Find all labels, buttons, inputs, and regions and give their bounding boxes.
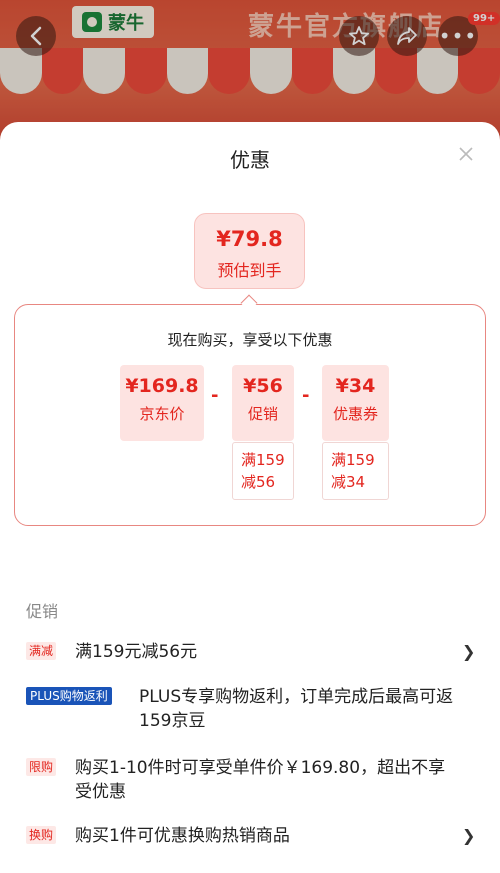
promotion-value: ¥56 xyxy=(243,375,283,397)
close-button[interactable] xyxy=(456,144,476,164)
promotion-tag: 限购 xyxy=(26,758,57,776)
coupon-condition: 满159 减34 xyxy=(322,442,389,500)
promotion-condition: 满159 减56 xyxy=(232,442,294,500)
jd-price-label: 京东价 xyxy=(139,405,185,423)
promotion-text-line2: 受优惠 xyxy=(75,782,126,802)
discount-sheet: 优惠 ¥79.8 预估到手 现在购买，享受以下优惠 ¥169.8 京东价 - ¥… xyxy=(0,122,500,873)
promotion-row-full-reduction[interactable]: 满减 满159元减56元 ❯ xyxy=(26,640,476,670)
promotion-row-plus-rebate: PLUS购物返利 PLUS专享购物返利，订单完成后最高可返 159京豆 xyxy=(26,685,474,737)
promotion-tag: 满减 xyxy=(26,642,57,660)
promotion-chip: ¥56 促销 xyxy=(232,365,294,441)
promotion-condition-line1: 满159 xyxy=(241,451,285,469)
coupon-label: 优惠券 xyxy=(332,405,378,423)
coupon-condition-line1: 满159 xyxy=(331,451,375,469)
promotion-text-line2: 159京豆 xyxy=(139,711,206,731)
jd-price-chip: ¥169.8 京东价 xyxy=(120,365,204,441)
breakdown-heading: 现在购买，享受以下优惠 xyxy=(167,331,333,349)
coupon-chip: ¥34 优惠券 xyxy=(322,365,389,441)
promotion-text-line1: PLUS专享购物返利，订单完成后最高可返 xyxy=(139,687,454,707)
chevron-right-icon: ❯ xyxy=(462,826,476,845)
promotion-label: 促销 xyxy=(247,405,278,423)
overlay-dim xyxy=(0,0,500,140)
coupon-condition-line2: 减34 xyxy=(331,473,366,491)
close-icon xyxy=(459,147,473,161)
promotion-text-line1: 购买1-10件时可享受单件价￥169.80，超出不享 xyxy=(75,758,446,778)
jd-price-value: ¥169.8 xyxy=(125,375,199,397)
promotion-row-purchase-limit: 限购 购买1-10件时可享受单件价￥169.80，超出不享 受优惠 xyxy=(26,756,474,808)
promotion-text: 购买1件可优惠换购热销商品 xyxy=(75,826,290,846)
coupon-value: ¥34 xyxy=(335,375,376,397)
discount-breakdown: 现在购买，享受以下优惠 ¥169.8 京东价 - ¥56 促销 满159 减56… xyxy=(14,304,486,526)
promotion-tag: 换购 xyxy=(26,826,57,844)
promotion-condition-line2: 减56 xyxy=(241,473,276,491)
promotion-text: 满159元减56元 xyxy=(75,642,198,662)
chevron-right-icon: ❯ xyxy=(462,642,476,661)
final-price: ¥79.8 xyxy=(216,227,283,251)
final-price-box: ¥79.8 预估到手 xyxy=(194,213,305,289)
promotion-row-exchange[interactable]: 换购 购买1件可优惠换购热销商品 ❯ xyxy=(26,824,476,854)
sheet-title: 优惠 xyxy=(230,148,270,172)
final-price-label: 预估到手 xyxy=(217,261,282,280)
plus-tag: PLUS购物返利 xyxy=(26,687,112,705)
minus-operator: - xyxy=(211,385,219,406)
minus-operator: - xyxy=(302,385,310,406)
promotion-section-label: 促销 xyxy=(26,602,59,621)
